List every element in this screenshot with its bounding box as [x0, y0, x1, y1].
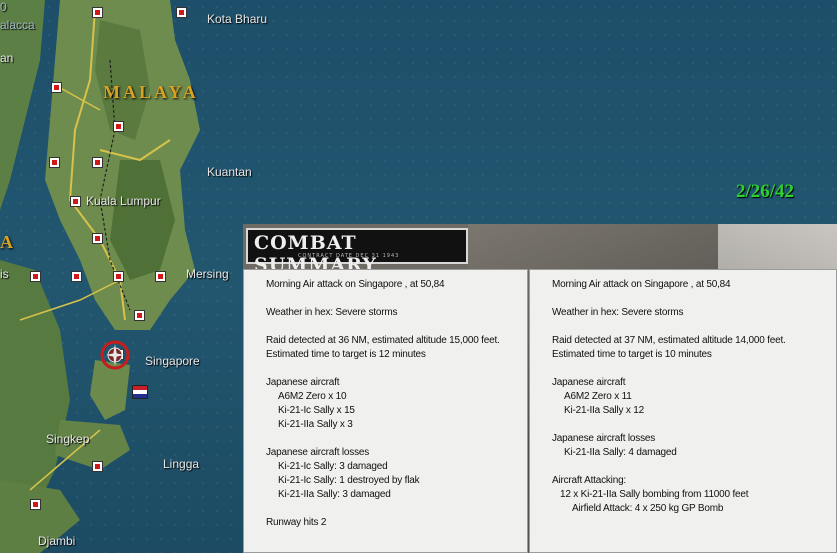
- report-line: Ki-21-Ic Sally: 1 destroyed by flak: [278, 475, 420, 486]
- place-mersing: Mersing: [186, 267, 229, 281]
- place-partial-left: an: [0, 51, 14, 65]
- town-marker-icon[interactable]: [113, 121, 124, 132]
- combat-summary-panel[interactable]: COMBAT SUMMARY CONTRACT DATE DEC 31 1943…: [243, 224, 837, 553]
- report-line: Ki-21-Ic Sally x 15: [278, 405, 355, 416]
- place-kota-bharu: Kota Bharu: [207, 12, 268, 26]
- report-line: Raid detected at 37 NM, estimated altitu…: [552, 335, 786, 346]
- report-line: Aircraft Attacking:: [552, 475, 627, 486]
- town-marker-icon[interactable]: [113, 271, 124, 282]
- report-line: Morning Air attack on Singapore , at 50,…: [266, 279, 445, 290]
- report-line: Ki-21-IIa Sally x 12: [564, 405, 644, 416]
- report-line: Estimated time to target is 12 minutes: [266, 349, 426, 360]
- report-line: Ki-21-IIa Sally: 4 damaged: [564, 447, 677, 458]
- report-line: Runway hits 2: [266, 517, 327, 528]
- report-line: A6M2 Zero x 10: [278, 391, 347, 402]
- place-singkep: Singkep: [46, 432, 90, 446]
- town-marker-icon[interactable]: [49, 157, 60, 168]
- report-line: Japanese aircraft: [552, 377, 626, 388]
- town-marker-icon[interactable]: [92, 157, 103, 168]
- town-marker-icon[interactable]: [30, 499, 41, 510]
- report-line: Japanese aircraft losses: [552, 433, 656, 444]
- town-marker-icon[interactable]: [92, 461, 103, 472]
- report-line: Weather in hex: Severe storms: [552, 307, 684, 318]
- town-marker-icon[interactable]: [134, 310, 145, 321]
- dutch-flag-icon[interactable]: [132, 385, 148, 399]
- town-marker-icon[interactable]: [30, 271, 41, 282]
- combat-report-left[interactable]: Morning Air attack on Singapore , at 50,…: [243, 269, 528, 553]
- report-line: Airfield Attack: 4 x 250 kg GP Bomb: [572, 503, 724, 514]
- corner-partial-text: 0: [0, 0, 7, 14]
- report-line: 12 x Ki-21-IIa Sally bombing from 11000 …: [560, 489, 749, 500]
- panel-subtitle: CONTRACT DATE DEC 31 1943: [298, 253, 400, 259]
- town-marker-icon[interactable]: [176, 7, 187, 18]
- report-line: Japanese aircraft losses: [266, 447, 370, 458]
- report-line: Ki-21-Ic Sally: 3 damaged: [278, 461, 388, 472]
- place-kuala-lumpur: Kuala Lumpur: [86, 194, 161, 208]
- place-singapore: Singapore: [145, 354, 200, 368]
- combat-summary-banner: COMBAT SUMMARY CONTRACT DATE DEC 31 1943: [246, 228, 468, 276]
- report-line: Weather in hex: Severe storms: [266, 307, 398, 318]
- place-malacca-partial: alacca: [0, 18, 35, 32]
- report-line: Ki-21-IIa Sally: 3 damaged: [278, 489, 391, 500]
- town-marker-icon[interactable]: [70, 196, 81, 207]
- region-label-malaya: MALAYA: [103, 82, 199, 102]
- report-line: Raid detected at 36 NM, estimated altitu…: [266, 335, 500, 346]
- game-date: 2/26/42: [736, 181, 795, 202]
- combat-report-right[interactable]: Morning Air attack on Singapore , at 50,…: [529, 269, 837, 553]
- town-marker-icon[interactable]: [71, 271, 82, 282]
- place-djambi: Djambi: [38, 534, 76, 548]
- airbase-target-icon[interactable]: [100, 340, 130, 370]
- place-partial-left-2: is: [0, 267, 9, 281]
- report-line: Ki-21-IIa Sally x 3: [278, 419, 353, 430]
- report-line: Morning Air attack on Singapore , at 50,…: [552, 279, 731, 290]
- town-marker-icon[interactable]: [92, 233, 103, 244]
- place-lingga: Lingga: [163, 457, 200, 471]
- region-label-partial: A: [0, 232, 16, 252]
- town-marker-icon[interactable]: [51, 82, 62, 93]
- town-marker-icon[interactable]: [155, 271, 166, 282]
- report-line: Japanese aircraft: [266, 377, 340, 388]
- town-marker-icon[interactable]: [92, 7, 103, 18]
- report-line: A6M2 Zero x 11: [564, 391, 632, 402]
- report-line: Estimated time to target is 10 minutes: [552, 349, 712, 360]
- place-kuantan: Kuantan: [207, 165, 252, 179]
